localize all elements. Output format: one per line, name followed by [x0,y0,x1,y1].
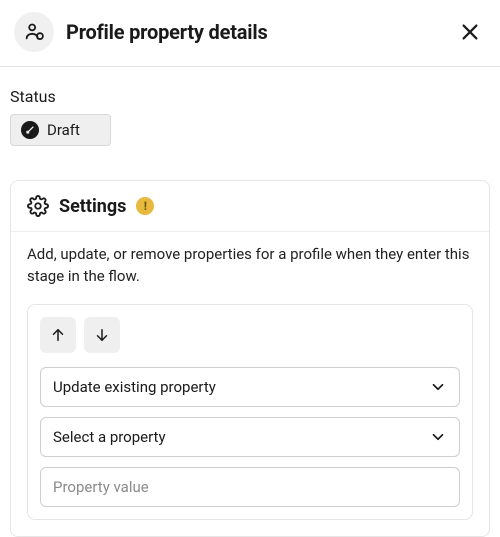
arrow-up-icon [49,326,67,344]
move-down-button[interactable] [84,317,120,353]
chevron-down-icon [429,428,447,446]
panel-header: Profile property details [0,0,500,66]
property-select-value: Select a property [53,428,166,446]
move-up-button[interactable] [40,317,76,353]
settings-header: Settings ! [11,181,489,231]
status-label: Status [10,87,490,106]
property-select[interactable]: Select a property [40,417,460,457]
property-rule: Update existing property Select a proper… [27,304,473,520]
reorder-controls [40,317,460,353]
action-select-value: Update existing property [53,378,216,396]
status-badge: Draft [10,114,111,146]
gear-icon [27,195,49,217]
draft-icon [21,121,39,139]
settings-description: Add, update, or remove properties for a … [11,231,489,304]
close-icon [459,21,481,43]
chevron-down-icon [429,378,447,396]
arrow-down-icon [93,326,111,344]
property-value-input[interactable] [40,467,460,507]
warning-icon: ! [136,197,154,215]
panel-body: Status Draft Settings ! [0,67,500,537]
panel-title: Profile property details [66,20,442,44]
settings-card: Settings ! Add, update, or remove proper… [10,180,490,537]
profile-property-details-panel: Profile property details Status Draft [0,0,500,537]
close-button[interactable] [454,16,486,48]
status-value: Draft [47,121,80,139]
profile-icon [14,12,54,52]
settings-title: Settings [59,196,126,217]
action-select[interactable]: Update existing property [40,367,460,407]
